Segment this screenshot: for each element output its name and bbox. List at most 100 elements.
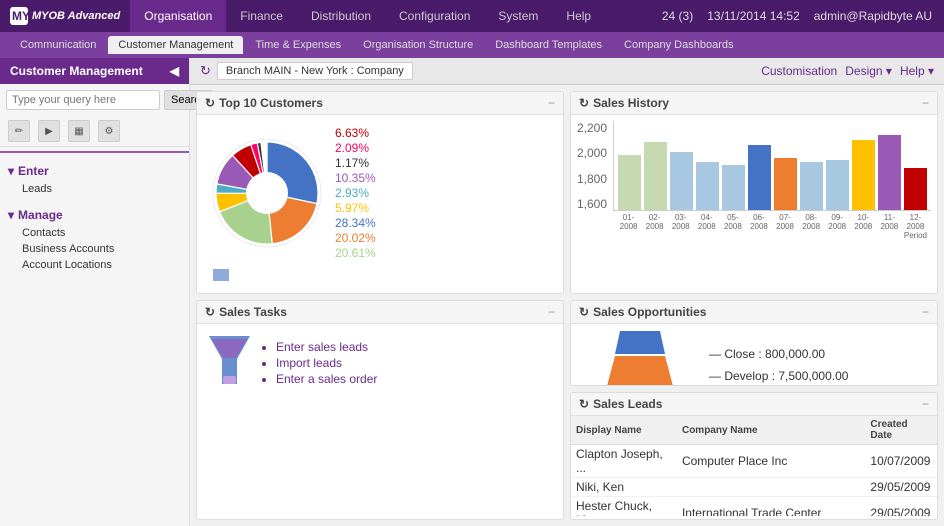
- sidebar-item-leads[interactable]: Leads: [8, 181, 181, 197]
- leads-col-date: Created Date: [865, 416, 937, 445]
- topbar-refresh-icon[interactable]: ↻: [200, 63, 211, 79]
- sidebar-divider: [0, 151, 189, 153]
- bar-item: [618, 155, 641, 210]
- user-display[interactable]: admin@Rapidbyte AU: [814, 9, 932, 23]
- datetime-display: 13/11/2014 14:52: [707, 9, 800, 23]
- widget-top10-minus-icon[interactable]: −: [548, 96, 555, 110]
- widget-top10-refresh-icon[interactable]: ↻: [205, 96, 215, 110]
- sidebar-section-manage-title[interactable]: ▾Manage: [8, 205, 181, 225]
- content-area: ↻ Branch MAIN - New York : Company Custo…: [190, 58, 944, 526]
- table-cell-company: Computer Place Inc: [677, 445, 865, 478]
- sidebar-action-icons: ✏ ▶ ▦ ⚙: [0, 116, 189, 147]
- widget-sales-tasks: ↻ Sales Tasks −: [196, 300, 564, 520]
- sidebar-item-contacts[interactable]: Contacts: [8, 225, 181, 241]
- svg-text:MYOB: MYOB: [12, 9, 28, 23]
- task-enter-sales-order[interactable]: Enter a sales order: [276, 372, 377, 386]
- right-column: ↻ Sales Opportunities −: [570, 300, 938, 520]
- widget-sales-history-minus-icon[interactable]: −: [922, 96, 929, 110]
- widget-sales-leads: ↻ Sales Leads − Display Name C: [570, 392, 938, 520]
- tasks-container: Enter sales leads Import leads Enter a s…: [203, 330, 557, 396]
- table-row[interactable]: Hester Chuck, Mr.International Trade Cen…: [571, 497, 937, 517]
- top-right-info: 24 (3) 13/11/2014 14:52 admin@Rapidbyte …: [650, 9, 944, 23]
- widget-sales-leads-controls: −: [922, 397, 929, 411]
- table-cell-date: 10/07/2009: [865, 445, 937, 478]
- nav-tab-distribution[interactable]: Distribution: [297, 0, 385, 32]
- widget-sales-tasks-header: ↻ Sales Tasks −: [197, 301, 563, 324]
- bar-label: 10-2008: [852, 213, 875, 231]
- nav-tab-help[interactable]: Help: [552, 0, 605, 32]
- help-button[interactable]: Help ▾: [900, 64, 934, 78]
- sales-leads-table: Display Name Company Name Created Date C…: [571, 416, 937, 516]
- widget-sales-leads-minus-icon[interactable]: −: [922, 397, 929, 411]
- bar-item: [904, 168, 927, 210]
- leads-table-body: Clapton Joseph, ...Computer Place Inc10/…: [571, 445, 937, 517]
- bar-item: [670, 152, 693, 210]
- widget-sales-tasks-controls: −: [548, 305, 555, 319]
- sidebar-item-account-locations[interactable]: Account Locations: [8, 257, 181, 273]
- nav-tab-finance[interactable]: Finance: [226, 0, 297, 32]
- widget-sales-history-header: ↻ Sales History −: [571, 92, 937, 115]
- task-enter-sales-leads[interactable]: Enter sales leads: [276, 340, 377, 354]
- sub-tab-customer-management[interactable]: Customer Management: [108, 36, 243, 54]
- widget-sales-tasks-minus-icon[interactable]: −: [548, 305, 555, 319]
- sub-tab-time-expenses[interactable]: Time & Expenses: [245, 36, 351, 54]
- funnel-label-develop: — Develop : 7,500,000.00: [709, 369, 848, 383]
- main-nav-tabs: Organisation Finance Distribution Config…: [130, 0, 605, 32]
- design-button[interactable]: Design ▾: [845, 64, 892, 78]
- nav-tab-organisation[interactable]: Organisation: [130, 0, 226, 32]
- bar-chart-wrapper: 2,200 2,000 1,800 1,600 01-200802-200803…: [577, 121, 931, 240]
- sidebar-search-area: Search: [0, 84, 189, 116]
- app-logo: MYOB MYOB Advanced: [0, 7, 130, 25]
- sidebar-header: Customer Management ◀: [0, 58, 189, 84]
- sub-tab-communication[interactable]: Communication: [10, 36, 106, 54]
- bar-label: 02-2008: [643, 213, 666, 231]
- sidebar-collapse-icon[interactable]: ◀: [170, 64, 179, 78]
- search-input[interactable]: [6, 90, 160, 110]
- notification-count[interactable]: 24 (3): [662, 9, 693, 23]
- sub-tab-company-dashboards[interactable]: Company Dashboards: [614, 36, 743, 54]
- play-icon[interactable]: ▶: [38, 120, 60, 142]
- widget-sales-opp-refresh-icon[interactable]: ↻: [579, 305, 589, 319]
- widget-sales-opp-header: ↻ Sales Opportunities −: [571, 301, 937, 324]
- sidebar-section-manage: ▾Manage Contacts Business Accounts Accou…: [0, 201, 189, 277]
- pencil-icon[interactable]: ✏: [8, 120, 30, 142]
- bar-item: [826, 160, 849, 210]
- funnel-stage-labels: — Close : 800,000.00 — Develop : 7,500,0…: [709, 345, 848, 386]
- bar-label: 09-2008: [826, 213, 849, 231]
- widget-sales-opp-minus-icon[interactable]: −: [922, 305, 929, 319]
- gear-icon[interactable]: ⚙: [98, 120, 120, 142]
- bar-chart-labels: 01-200802-200803-200804-200805-200806-20…: [613, 213, 931, 231]
- sub-tab-org-structure[interactable]: Organisation Structure: [353, 36, 483, 54]
- pie-chart-legend-bar: [203, 265, 557, 287]
- logo-text: MYOB Advanced: [32, 10, 120, 22]
- widget-sales-history-body: 2,200 2,000 1,800 1,600 01-200802-200803…: [571, 115, 937, 246]
- widget-sales-leads-header: ↻ Sales Leads −: [571, 393, 937, 416]
- bar-item: [852, 140, 875, 210]
- bar-chart-area: [613, 121, 931, 211]
- sub-tab-dashboard-templates[interactable]: Dashboard Templates: [485, 36, 612, 54]
- pie-chart: [207, 133, 327, 253]
- content-topbar: ↻ Branch MAIN - New York : Company Custo…: [190, 58, 944, 85]
- widget-sales-tasks-refresh-icon[interactable]: ↻: [205, 305, 215, 319]
- widget-sales-opportunities: ↻ Sales Opportunities −: [570, 300, 938, 386]
- table-cell-name: Niki, Ken: [571, 478, 677, 497]
- table-row[interactable]: Clapton Joseph, ...Computer Place Inc10/…: [571, 445, 937, 478]
- bar-item: [774, 158, 797, 210]
- widget-sales-leads-refresh-icon[interactable]: ↻: [579, 397, 589, 411]
- sidebar-item-business-accounts[interactable]: Business Accounts: [8, 241, 181, 257]
- widget-sales-history-refresh-icon[interactable]: ↻: [579, 96, 589, 110]
- sidebar-section-enter-title[interactable]: ▾Enter: [8, 161, 181, 181]
- table-row[interactable]: Niki, Ken29/05/2009: [571, 478, 937, 497]
- bar-label: 07-2008: [774, 213, 797, 231]
- customisation-button[interactable]: Customisation: [761, 64, 837, 78]
- top-navigation: MYOB MYOB Advanced Organisation Finance …: [0, 0, 944, 32]
- nav-tab-configuration[interactable]: Configuration: [385, 0, 484, 32]
- table-cell-company: International Trade Center: [677, 497, 865, 517]
- bar-label: 11-2008: [878, 213, 901, 231]
- nav-tab-system[interactable]: System: [484, 0, 552, 32]
- leads-col-company: Company Name: [677, 416, 865, 445]
- task-import-leads[interactable]: Import leads: [276, 356, 377, 370]
- bar-item: [722, 165, 745, 210]
- widget-sales-tasks-body: Enter sales leads Import leads Enter a s…: [197, 324, 563, 402]
- chart-icon[interactable]: ▦: [68, 120, 90, 142]
